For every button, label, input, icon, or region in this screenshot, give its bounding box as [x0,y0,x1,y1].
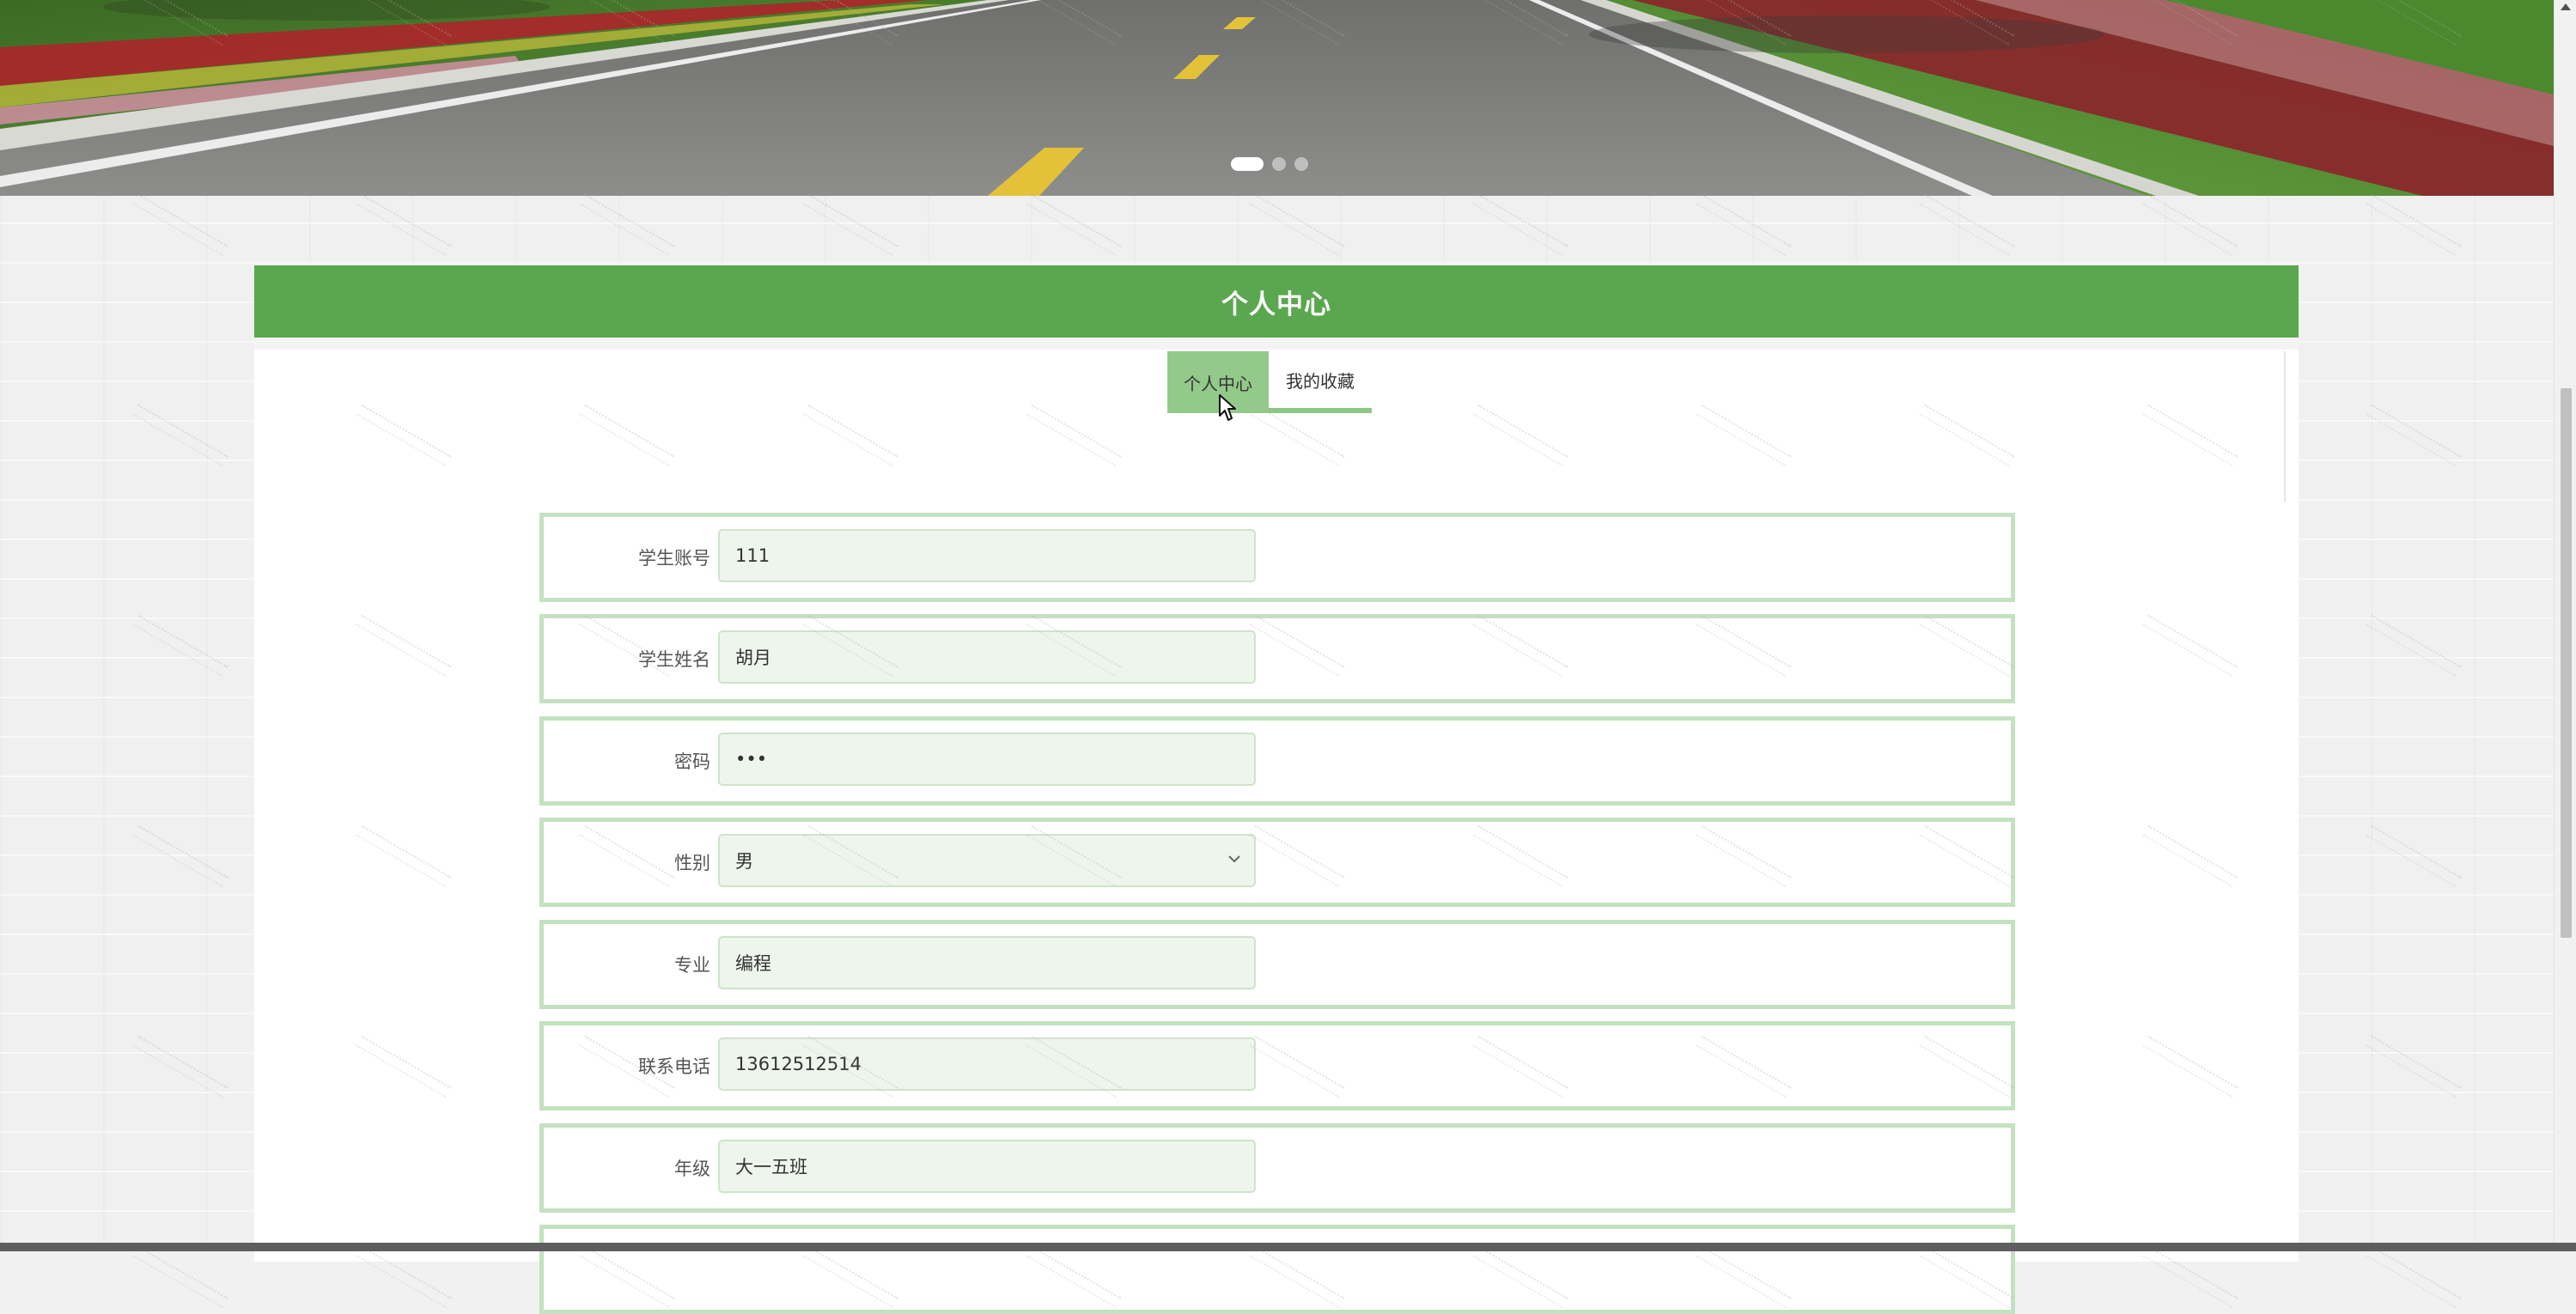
watermark-mark [2366,1245,2462,1309]
scrollbar-thumb[interactable] [2561,388,2572,938]
form-row-student-name: 学生姓名 [539,614,2015,703]
bottom-bar [0,1243,2576,1251]
student-account-input[interactable] [718,529,1256,582]
carousel-dot-3[interactable] [1294,157,1308,171]
form-row-student-account: 学生账号 [539,513,2015,602]
phone-input[interactable] [718,1037,1256,1091]
form-row-major: 专业 [539,920,2015,1009]
mouse-pointer-icon [1219,394,1236,421]
major-label: 专业 [674,955,710,976]
student-name-label: 学生姓名 [638,649,710,670]
password-label: 密码 [674,751,710,772]
carousel-dot-2[interactable] [1272,157,1286,171]
student-name-input[interactable] [718,630,1256,684]
gender-label: 性别 [674,853,710,873]
banner-carousel [0,0,2554,196]
form-row-next [539,1225,2015,1314]
gender-select-value[interactable]: 男 [718,834,1256,887]
student-account-label: 学生账号 [638,548,710,569]
phone-label: 联系电话 [638,1056,710,1077]
form-row-gender: 性别 男 [539,818,2015,907]
tab-my-favorites[interactable]: 我的收藏 [1269,351,1372,413]
form-row-phone: 联系电话 [539,1021,2015,1110]
password-input[interactable] [718,733,1256,786]
chevron-down-icon [1228,855,1240,863]
panel-side-border [2284,351,2286,502]
panel-header-divider [254,338,2299,350]
form-row-password: 密码 [539,716,2015,806]
carousel-dot-1[interactable] [1231,157,1264,171]
gender-select[interactable]: 男 [718,834,1256,887]
form-row-grade: 年级 [539,1123,2015,1213]
scroll-up-arrow-icon[interactable] [2561,3,2571,10]
watermark-mark [132,1245,228,1309]
grade-label: 年级 [674,1159,710,1179]
page-scrollbar[interactable] [2554,0,2576,1243]
tab-bar: 个人中心 我的收藏 [1167,351,1372,413]
major-input[interactable] [718,936,1256,989]
grade-input[interactable] [718,1140,1256,1193]
carousel-indicators [1231,157,1308,171]
panel-title: 个人中心 [254,265,2299,338]
